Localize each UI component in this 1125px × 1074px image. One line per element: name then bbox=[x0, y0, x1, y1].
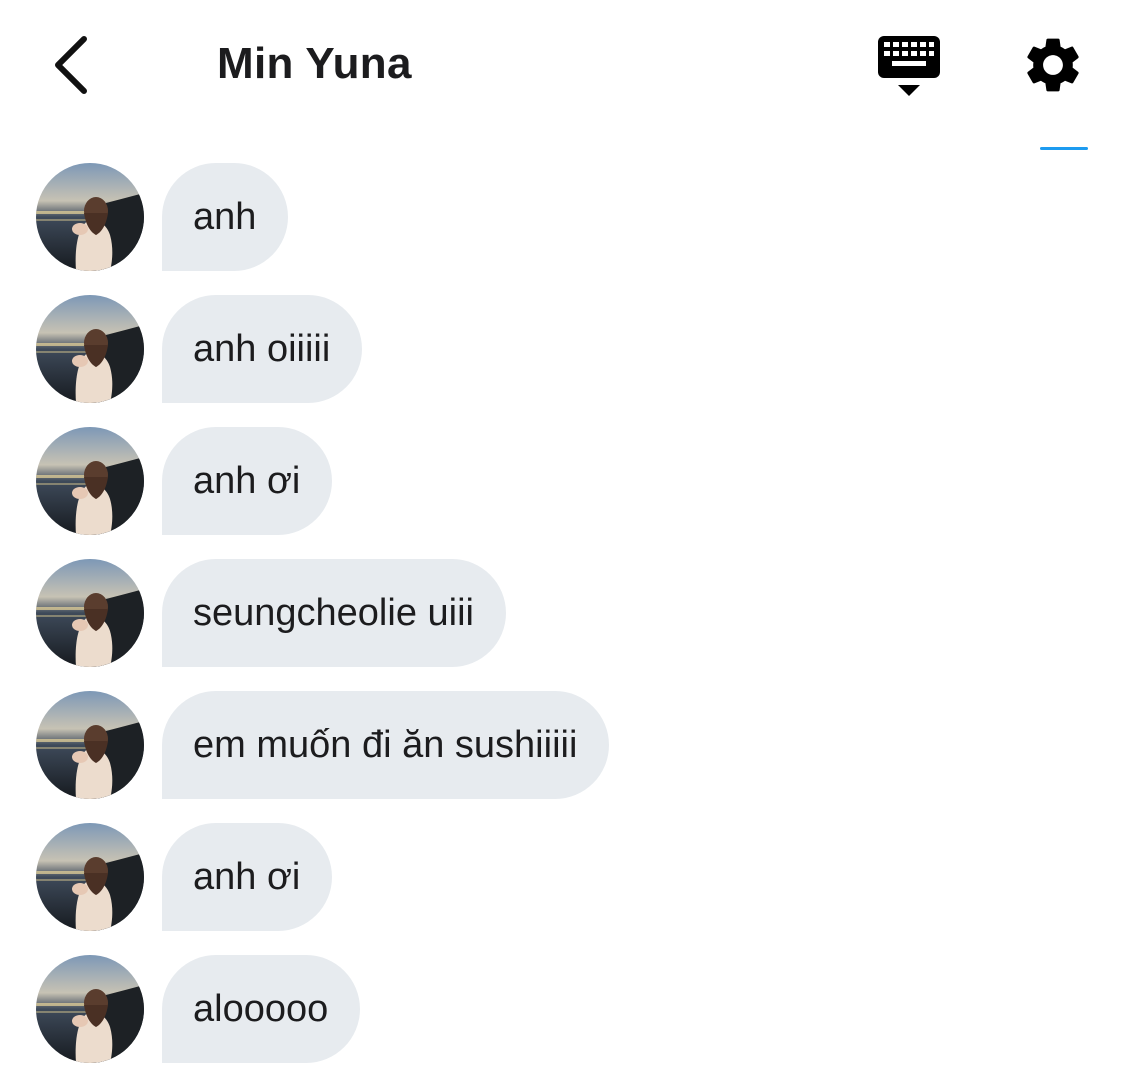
page-title: Min Yuna bbox=[217, 39, 412, 88]
message-bubble[interactable]: anh oiiiii bbox=[162, 295, 363, 403]
keyboard-button[interactable] bbox=[872, 32, 946, 102]
message-bubble[interactable]: seungcheolie uiii bbox=[162, 559, 506, 667]
settings-button[interactable] bbox=[1020, 32, 1086, 98]
avatar[interactable] bbox=[36, 427, 144, 535]
back-button[interactable] bbox=[40, 30, 100, 100]
avatar[interactable] bbox=[36, 559, 144, 667]
scroll-indicator bbox=[1040, 147, 1088, 150]
message-row: anh ơi bbox=[36, 823, 333, 931]
message-row: anh oiiiii bbox=[36, 295, 363, 403]
message-bubble[interactable]: alooooo bbox=[162, 955, 361, 1063]
keyboard-icon bbox=[878, 36, 940, 96]
message-bubble[interactable]: anh ơi bbox=[162, 823, 333, 931]
chat-header: Min Yuna bbox=[0, 0, 1125, 130]
message-bubble[interactable]: em muốn đi ăn sushiiiii bbox=[162, 691, 610, 799]
chevron-left-icon bbox=[55, 36, 87, 94]
avatar[interactable] bbox=[36, 823, 144, 931]
message-row: alooooo bbox=[36, 955, 361, 1063]
message-row: seungcheolie uiii bbox=[36, 559, 506, 667]
gear-icon bbox=[1027, 38, 1079, 92]
message-bubble[interactable]: anh bbox=[162, 163, 289, 271]
avatar[interactable] bbox=[36, 295, 144, 403]
message-row: anh ơi bbox=[36, 427, 333, 535]
message-bubble[interactable]: anh ơi bbox=[162, 427, 333, 535]
message-row: em muốn đi ăn sushiiiii bbox=[36, 691, 610, 799]
avatar[interactable] bbox=[36, 163, 144, 271]
avatar[interactable] bbox=[36, 691, 144, 799]
avatar[interactable] bbox=[36, 955, 144, 1063]
message-row: anh bbox=[36, 163, 289, 271]
